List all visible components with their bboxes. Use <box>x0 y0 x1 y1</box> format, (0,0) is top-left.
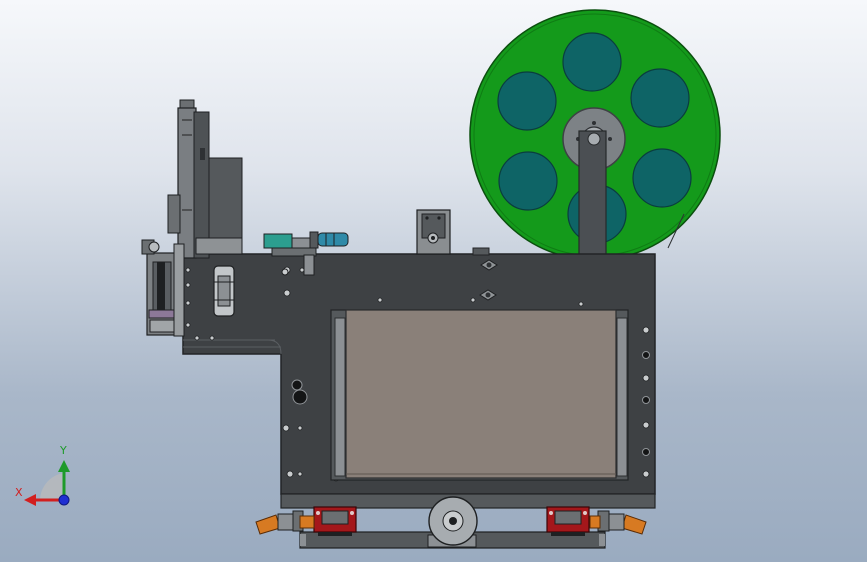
sensor-bracket[interactable] <box>416 209 451 255</box>
linear-actuator[interactable] <box>167 99 243 259</box>
spring-damper[interactable] <box>213 265 235 317</box>
reel-hole <box>498 151 558 211</box>
rail-block-right <box>546 506 590 536</box>
center-roller <box>427 496 478 548</box>
x-axis-label: X <box>15 486 23 499</box>
view-triad[interactable]: Y X <box>15 444 70 506</box>
reel-hole <box>630 68 690 128</box>
rail-block-left <box>313 506 357 536</box>
reel-hole <box>562 32 622 92</box>
panel-face <box>345 309 617 479</box>
labeling-machine-assembly[interactable]: Y X <box>0 0 867 562</box>
hinge-right[interactable] <box>589 510 647 535</box>
panel-side-rail-right <box>616 317 628 477</box>
z-axis-dot <box>58 494 70 506</box>
reel-hole <box>632 148 692 208</box>
cad-viewport[interactable]: Y X <box>0 0 867 562</box>
reel-hole <box>497 71 557 131</box>
pneumatic-cylinder-left[interactable] <box>141 239 185 337</box>
label-panel[interactable] <box>330 309 629 481</box>
panel-side-rail-left <box>334 317 346 477</box>
hinge-left[interactable] <box>255 510 315 535</box>
y-axis-label: Y <box>59 444 67 457</box>
